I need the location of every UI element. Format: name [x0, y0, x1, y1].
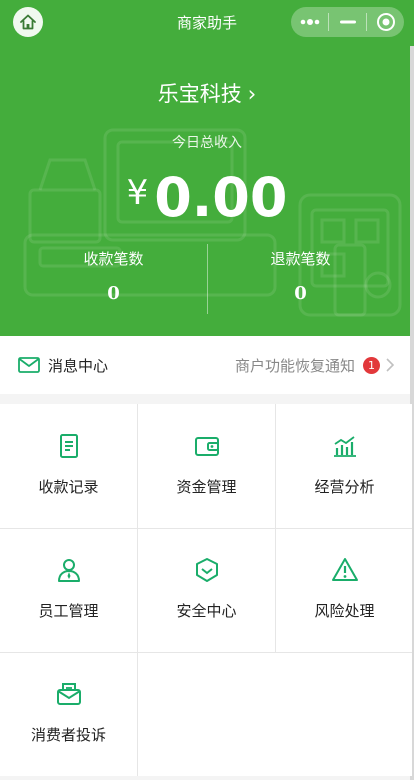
grid-item-label: 收款记录 — [38, 478, 99, 496]
grid-item-risk-handling[interactable]: 风险处理 — [276, 528, 413, 652]
income-label: 今日总收入 — [172, 135, 242, 151]
amount-value: 0.00 — [154, 166, 288, 229]
shield-icon — [195, 558, 218, 582]
grid-item-fund-management[interactable]: 资金管理 — [138, 404, 275, 528]
miniapp-capsule — [291, 7, 404, 37]
grid-item-consumer-complaints[interactable]: 消费者投诉 — [0, 652, 137, 776]
message-center-bar[interactable]: 消息中心 商户功能恢复通知 1 — [0, 336, 410, 394]
more-dots-icon — [300, 19, 319, 25]
grid-item-receipt-records[interactable]: 收款记录 — [0, 404, 137, 528]
chevron-right-icon: › — [247, 82, 257, 106]
grid-item-business-analysis[interactable]: 经营分析 — [276, 404, 413, 528]
more-button[interactable] — [291, 7, 328, 37]
currency-symbol: ¥ — [126, 173, 149, 213]
grid-item-label: 安全中心 — [176, 602, 237, 620]
grid-item-label: 经营分析 — [314, 478, 375, 496]
staff-icon — [57, 559, 80, 582]
refunds-label: 退款笔数 — [270, 250, 331, 268]
complaint-icon — [56, 683, 81, 705]
chevron-right-icon — [386, 358, 394, 372]
unread-badge: 1 — [363, 356, 380, 374]
minimize-button[interactable] — [329, 7, 366, 37]
grid-item-label: 风险处理 — [314, 602, 375, 620]
header-banner: 商家助手 乐宝科技 › 今日总收入 ¥0.00 收款笔数 0 退款笔数 0 — [0, 0, 414, 336]
minimize-icon — [339, 20, 356, 24]
grid-item-label: 资金管理 — [176, 478, 237, 496]
grid-item-security-center[interactable]: 安全中心 — [138, 528, 275, 652]
bar-chart-icon — [333, 436, 356, 457]
mail-icon — [18, 357, 40, 373]
merchant-name-link[interactable]: 乐宝科技 › — [0, 78, 414, 108]
message-notice: 商户功能恢复通知 — [234, 356, 355, 375]
message-center-title: 消息中心 — [48, 356, 109, 375]
merchant-name: 乐宝科技 — [157, 82, 242, 106]
receipts-label: 收款笔数 — [83, 250, 144, 268]
receipts-count-stat[interactable]: 收款笔数 0 — [10, 248, 217, 304]
grid-item-label: 消费者投诉 — [30, 726, 106, 744]
target-close-icon — [376, 13, 395, 31]
receipts-value: 0 — [107, 283, 120, 304]
grid-item-staff-management[interactable]: 员工管理 — [0, 528, 137, 652]
grid-item-label: 员工管理 — [38, 602, 99, 620]
refunds-count-stat[interactable]: 退款笔数 0 — [197, 248, 404, 304]
function-grid: 收款记录 资金管理 经营分析 员工管理 安全中心 风险处理 消费者投诉 — [0, 404, 412, 776]
wallet-icon — [194, 437, 219, 456]
receipt-record-icon — [59, 434, 78, 458]
warning-icon — [331, 558, 358, 581]
income-amount: ¥0.00 — [0, 166, 414, 229]
close-button[interactable] — [367, 7, 404, 37]
refunds-value: 0 — [294, 283, 307, 304]
